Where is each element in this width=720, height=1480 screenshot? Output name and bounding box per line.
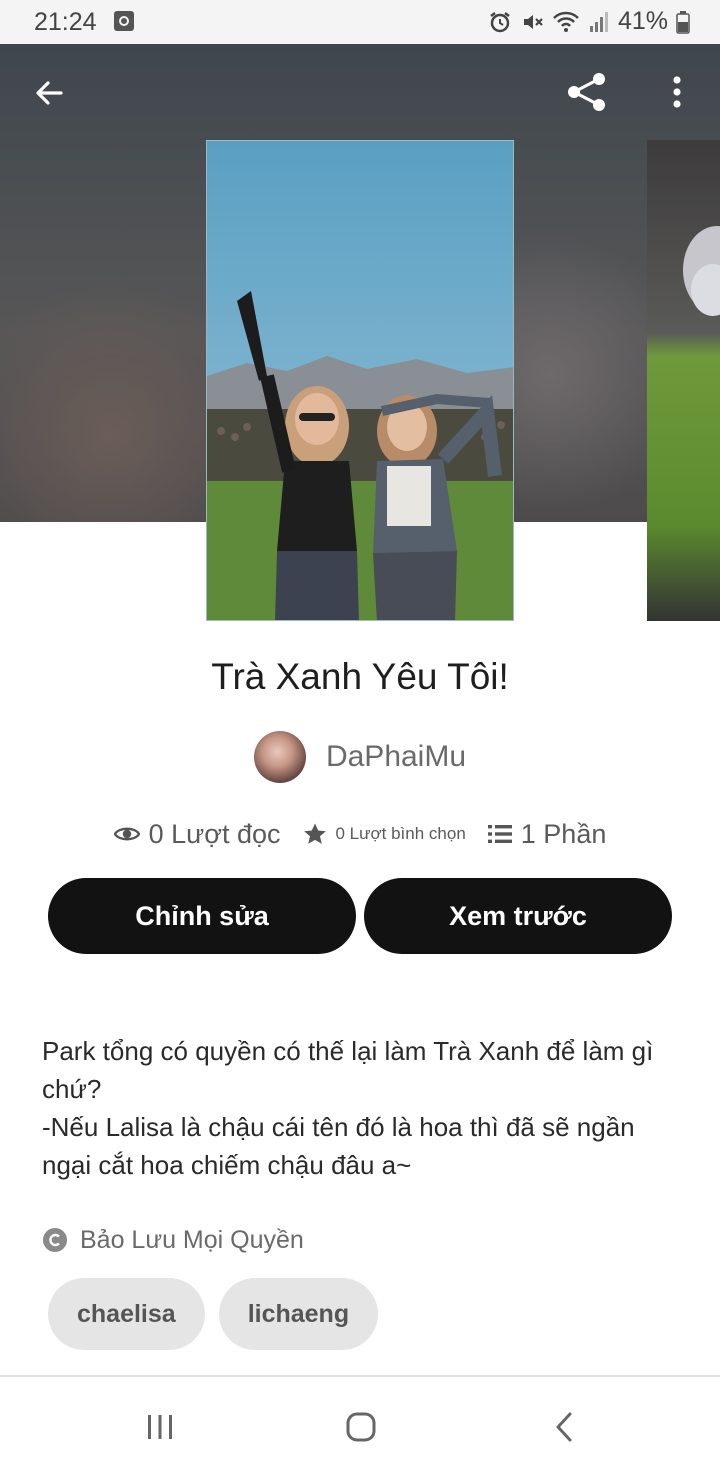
eye-icon <box>113 827 140 841</box>
notification-icon <box>114 11 134 31</box>
description-line: -Nếu Lalisa là chậu cái tên đó là hoa th… <box>42 1112 635 1142</box>
status-time: 21:24 <box>34 8 97 36</box>
votes-stat: 0 Lượt bình chọn <box>303 822 466 846</box>
battery-icon <box>676 10 690 34</box>
description-line: chứ? <box>42 1074 102 1104</box>
description-line: ngại cắt hoa chiếm chậu đâu a~ <box>42 1150 412 1180</box>
tag-chip[interactable]: lichaeng <box>218 1278 379 1350</box>
edit-button[interactable]: Chỉnh sửa <box>48 878 356 954</box>
tags-list: chaelisa lichaeng <box>48 1278 379 1350</box>
cover-photo <box>207 141 513 620</box>
list-icon <box>487 825 512 843</box>
system-nav-bar <box>0 1377 720 1480</box>
arrow-left-icon <box>36 81 63 105</box>
copyright-icon <box>43 1228 67 1252</box>
next-cover-photo <box>683 226 720 316</box>
stats-row: 0 Lượt đọc 0 Lượt bình chọn 1 Phần <box>0 812 720 856</box>
more-button[interactable] <box>656 68 698 116</box>
more-vertical-icon <box>673 76 681 108</box>
back-button[interactable] <box>26 70 72 116</box>
action-buttons: Chỉnh sửa Xem trước <box>48 878 672 956</box>
story-description: Park tổng có quyền có thế lại làm Trà Xa… <box>42 1032 682 1184</box>
rights-text: Bảo Lưu Mọi Quyền <box>80 1225 304 1254</box>
home-icon <box>346 1412 376 1442</box>
next-cover-preview[interactable] <box>647 140 720 621</box>
star-icon <box>303 823 326 844</box>
description-line: Park tổng có quyền có thế lại làm Trà Xa… <box>42 1036 654 1066</box>
mute-icon <box>523 14 543 29</box>
votes-count: 0 Lượt bình chọn <box>335 824 466 843</box>
author-avatar[interactable] <box>253 731 306 783</box>
share-button[interactable] <box>561 66 613 118</box>
tag-chip[interactable]: chaelisa <box>48 1278 205 1350</box>
nav-back-button[interactable] <box>534 1397 594 1457</box>
status-icons: 41% <box>488 7 690 36</box>
preview-button[interactable]: Xem trước <box>364 878 672 954</box>
battery-percent: 41% <box>617 7 668 35</box>
story-cover-image[interactable] <box>206 140 514 621</box>
nav-back-icon <box>556 1412 572 1442</box>
recent-apps-button[interactable] <box>130 1397 190 1457</box>
parts-stat: 1 Phần <box>487 818 607 850</box>
recent-apps-icon <box>148 1415 172 1439</box>
alarm-icon <box>490 11 510 32</box>
wifi-icon <box>553 11 579 32</box>
reads-stat: 0 Lượt đọc <box>113 818 281 850</box>
author-name[interactable]: DaPhaiMu <box>326 740 466 774</box>
reads-count: 0 Lượt đọc <box>148 818 281 849</box>
author-row[interactable]: DaPhaiMu <box>0 730 720 784</box>
parts-count: 1 Phần <box>520 818 607 849</box>
story-title: Trà Xanh Yêu Tôi! <box>211 656 509 697</box>
home-button[interactable] <box>331 1397 391 1457</box>
rights-row: Bảo Lưu Mọi Quyền <box>42 1222 304 1258</box>
status-bar: 21:24 41% <box>0 0 720 44</box>
share-icon <box>568 73 605 111</box>
signal-icon <box>589 11 608 32</box>
